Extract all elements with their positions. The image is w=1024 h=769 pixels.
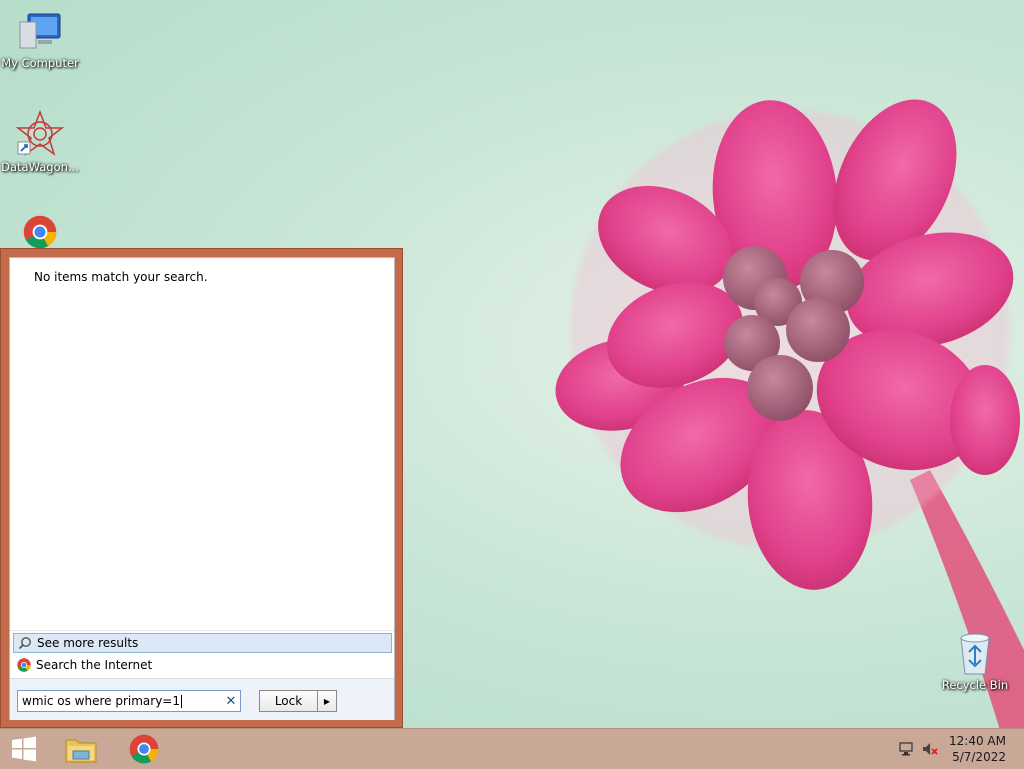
volume-muted-icon xyxy=(923,743,938,755)
search-icon xyxy=(17,635,33,651)
see-more-results-label: See more results xyxy=(37,636,139,650)
start-menu-panel: No items match your search. See more res… xyxy=(9,257,395,720)
clock-date[interactable]: 5/7/2022 xyxy=(952,750,1006,764)
lock-button-label[interactable]: Lock xyxy=(260,691,317,711)
taskbar: 12:40 AM 5/7/2022 xyxy=(0,728,1024,769)
lock-button[interactable]: Lock ▶ xyxy=(259,690,337,712)
recycle-bin-icon xyxy=(960,633,990,675)
tray-network[interactable] xyxy=(896,729,916,769)
tray-volume[interactable] xyxy=(920,729,940,769)
desktop-icon-label: My Computer xyxy=(1,56,79,70)
text-caret xyxy=(180,695,182,708)
datawagon-icon xyxy=(16,110,64,156)
divider xyxy=(10,630,394,631)
start-button[interactable] xyxy=(4,729,44,769)
folder-icon xyxy=(65,739,97,763)
search-area: wmic os where primary=1 ✕ Lock ▶ xyxy=(10,678,394,720)
desktop-icon-my-computer[interactable]: My Computer xyxy=(0,10,80,70)
desktop-icon-recycle-bin[interactable]: Recycle Bin xyxy=(935,630,1015,692)
search-input-text[interactable]: wmic os where primary=1 xyxy=(18,694,222,708)
taskbar-file-explorer[interactable] xyxy=(58,729,104,769)
desktop-icon-chrome[interactable] xyxy=(0,215,80,249)
start-menu: No items match your search. See more res… xyxy=(0,248,403,728)
desktop-icon-datawagon[interactable]: DataWagon... xyxy=(0,110,80,174)
search-internet-button[interactable]: Search the Internet xyxy=(13,655,392,675)
desktop-icon-label: DataWagon... xyxy=(1,160,79,174)
no-results-message: No items match your search. xyxy=(34,270,208,284)
computer-icon xyxy=(19,13,61,49)
chrome-icon xyxy=(129,734,159,764)
search-input[interactable]: wmic os where primary=1 ✕ xyxy=(17,690,241,712)
clear-icon[interactable]: ✕ xyxy=(222,694,240,709)
see-more-results-button[interactable]: See more results xyxy=(13,633,392,653)
desktop-icon-label: Recycle Bin xyxy=(941,678,1009,692)
chrome-icon xyxy=(23,215,57,249)
windows-logo-icon xyxy=(12,736,36,762)
network-icon xyxy=(899,742,913,756)
chrome-icon xyxy=(16,657,32,673)
search-internet-label: Search the Internet xyxy=(36,658,153,672)
power-options-arrow-icon[interactable]: ▶ xyxy=(317,691,336,711)
clock-time[interactable]: 12:40 AM xyxy=(949,734,1006,748)
taskbar-chrome[interactable] xyxy=(122,729,166,769)
